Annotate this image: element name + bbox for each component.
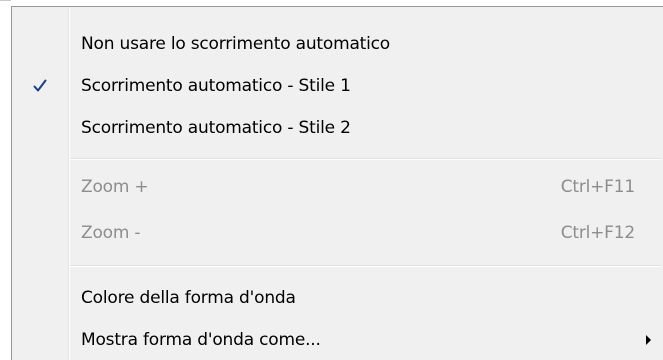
submenu-arrow-icon — [646, 335, 651, 345]
context-menu: Non usare lo scorrimento automatico Scor… — [11, 6, 663, 360]
menu-item-autoscroll-style-2[interactable]: Scorrimento automatico - Stile 2 — [14, 107, 661, 149]
check-mark-icon — [28, 65, 52, 107]
menu-item-label: Scorrimento automatico - Stile 2 — [81, 118, 351, 138]
menu-separator — [70, 265, 661, 267]
menu-item-shortcut: Ctrl+F12 — [560, 223, 636, 243]
menu-item-zoom-in[interactable]: Zoom + Ctrl+F11 — [14, 166, 661, 208]
menu-item-label: Non usare lo scorrimento automatico — [81, 34, 390, 54]
menu-item-no-autoscroll[interactable]: Non usare lo scorrimento automatico — [14, 23, 661, 65]
menu-item-label: Zoom - — [81, 223, 141, 243]
menu-item-label: Zoom + — [81, 177, 149, 197]
menu-item-label: Colore della forma d'onda — [81, 288, 296, 308]
screen: Non usare lo scorrimento automatico Scor… — [0, 0, 663, 360]
menu-item-show-waveform-as[interactable]: Mostra forma d'onda come... — [14, 319, 661, 360]
menu-item-label: Scorrimento automatico - Stile 1 — [81, 76, 351, 96]
menu-separator — [70, 158, 661, 160]
menu-item-zoom-out[interactable]: Zoom - Ctrl+F12 — [14, 212, 661, 254]
menu-item-autoscroll-style-1[interactable]: Scorrimento automatico - Stile 1 — [14, 65, 661, 107]
menu-item-shortcut: Ctrl+F11 — [560, 177, 636, 197]
menu-item-waveform-color[interactable]: Colore della forma d'onda — [14, 277, 661, 319]
menu-item-label: Mostra forma d'onda come... — [81, 330, 321, 350]
background-window-edge — [0, 0, 11, 13]
